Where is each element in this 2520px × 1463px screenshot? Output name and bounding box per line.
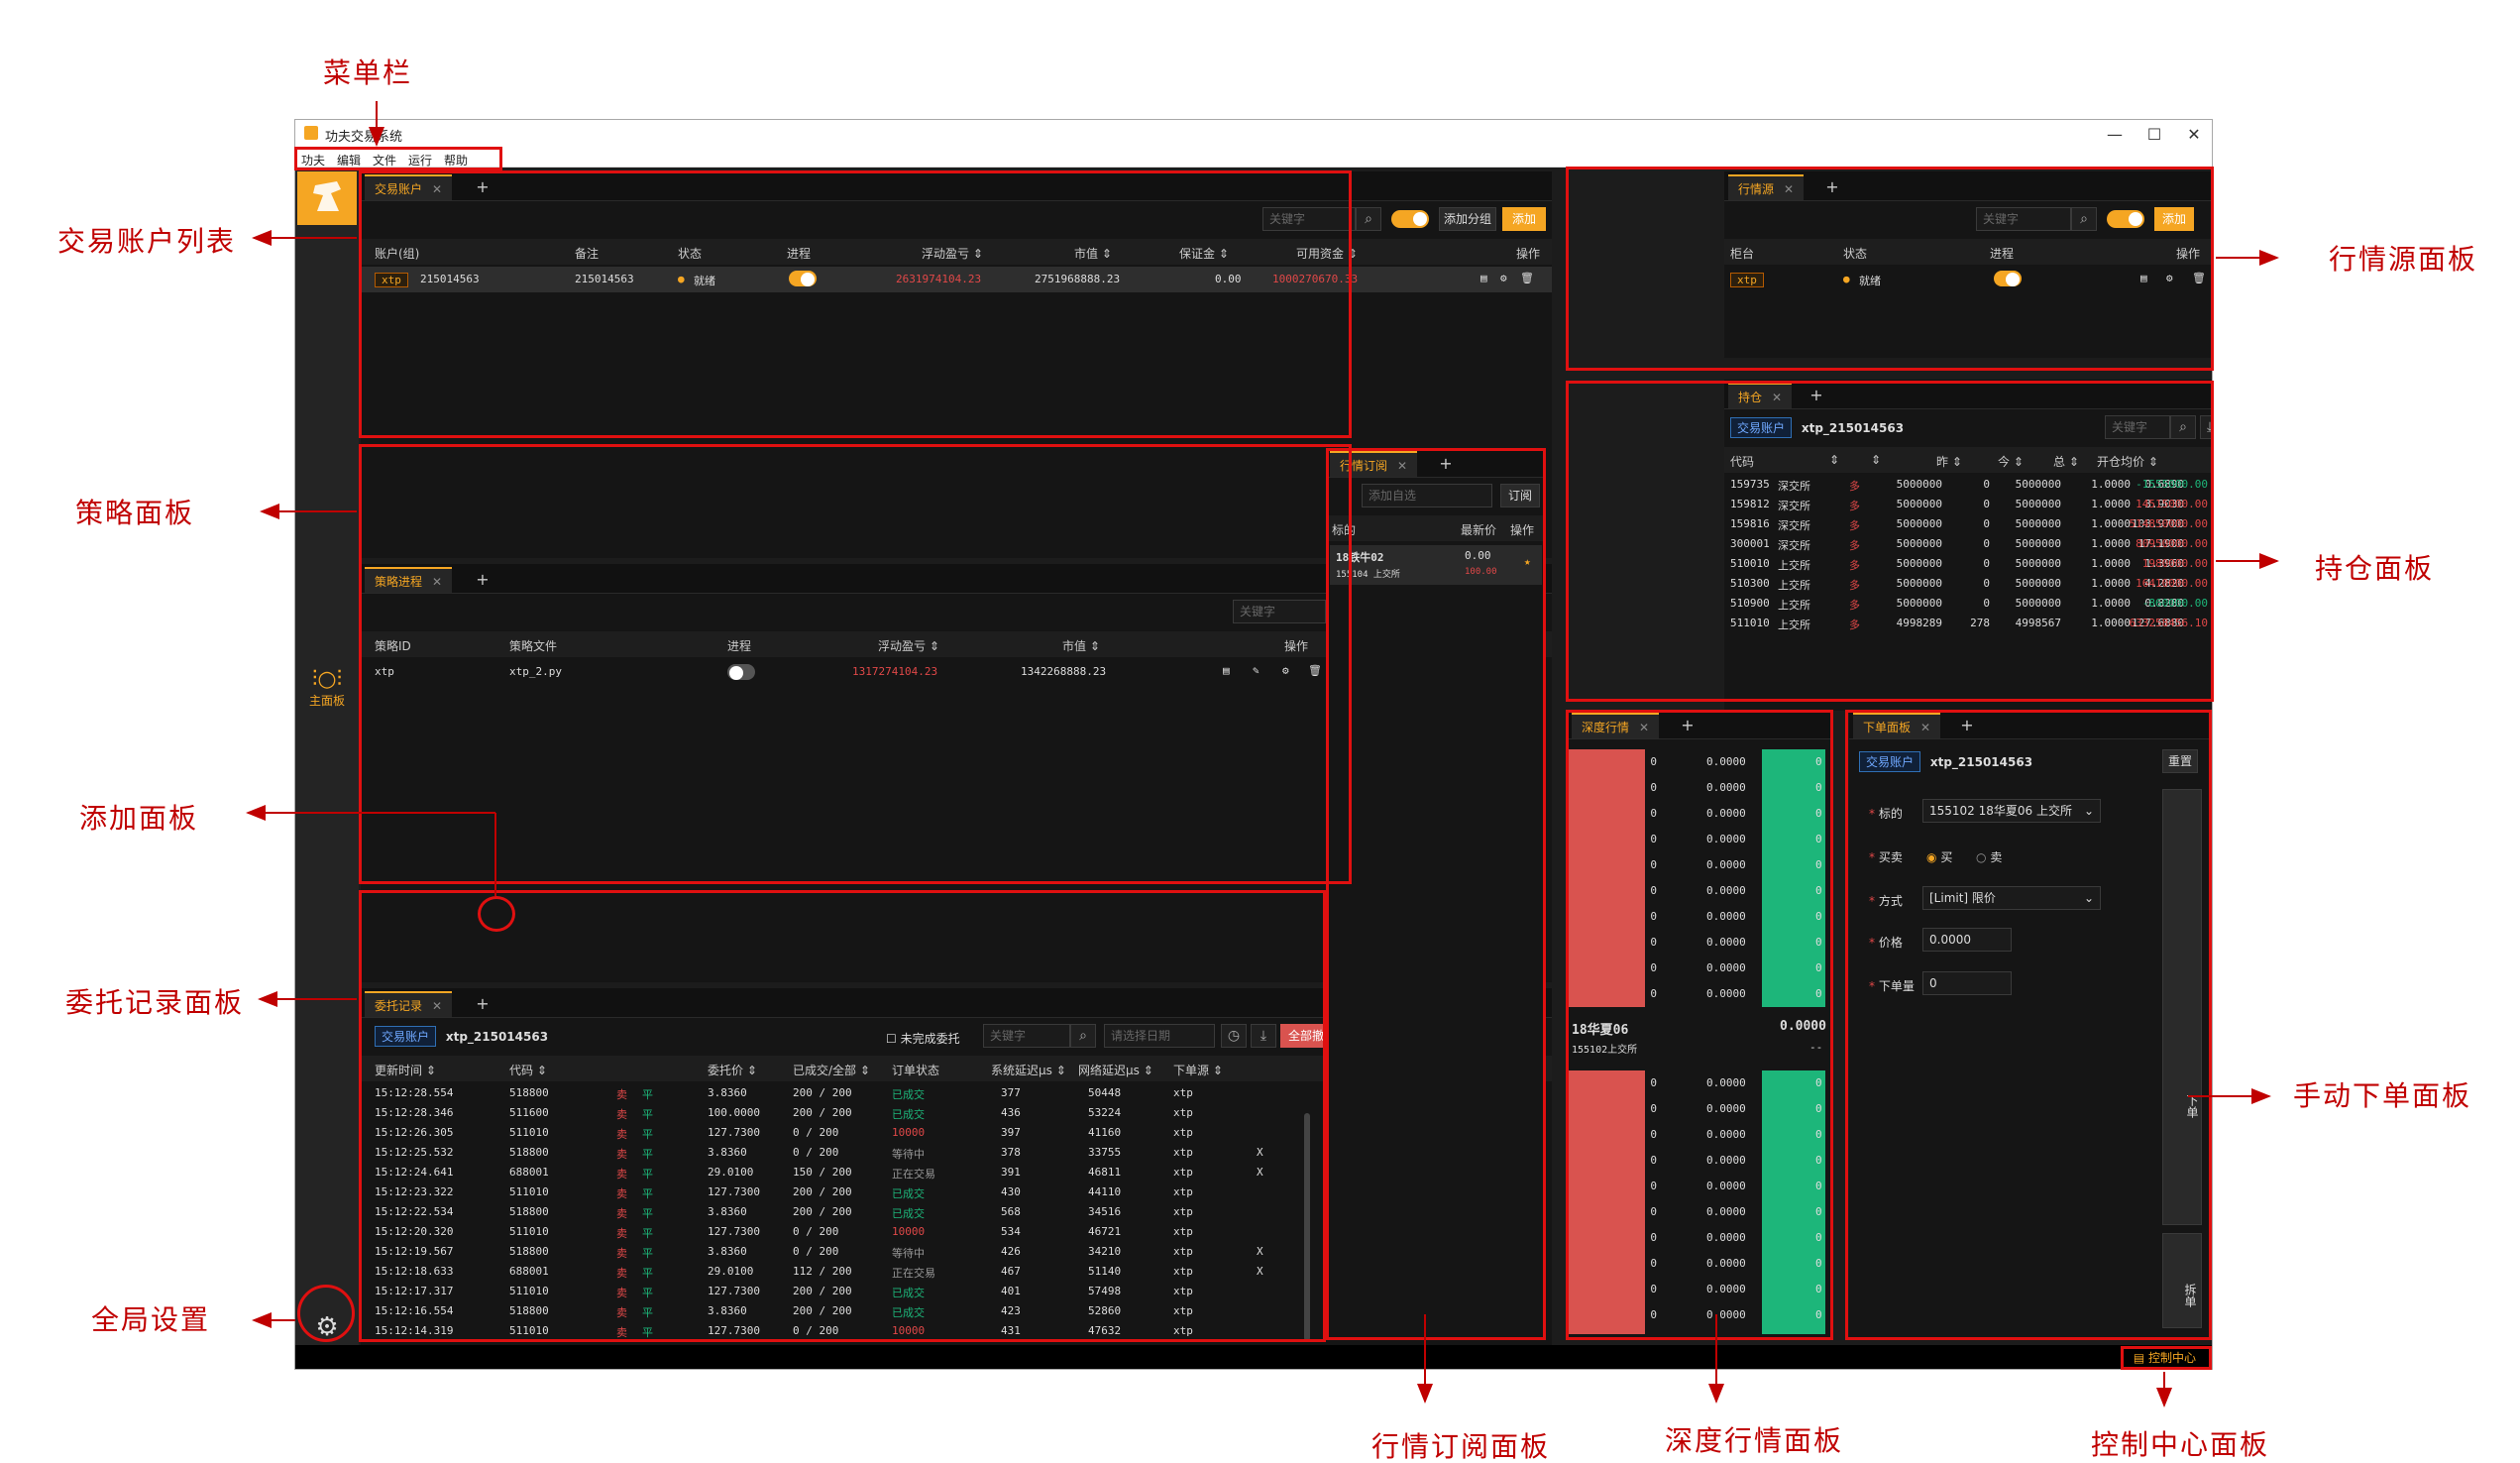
annotation-arrows <box>246 101 2279 1407</box>
annotated-screenshot: 功夫交易系统 — ☐ ✕ 功夫 编辑 文件 运行 帮助 ⫶○⫶ 主面板 ⚙ 交易… <box>0 0 2520 1463</box>
